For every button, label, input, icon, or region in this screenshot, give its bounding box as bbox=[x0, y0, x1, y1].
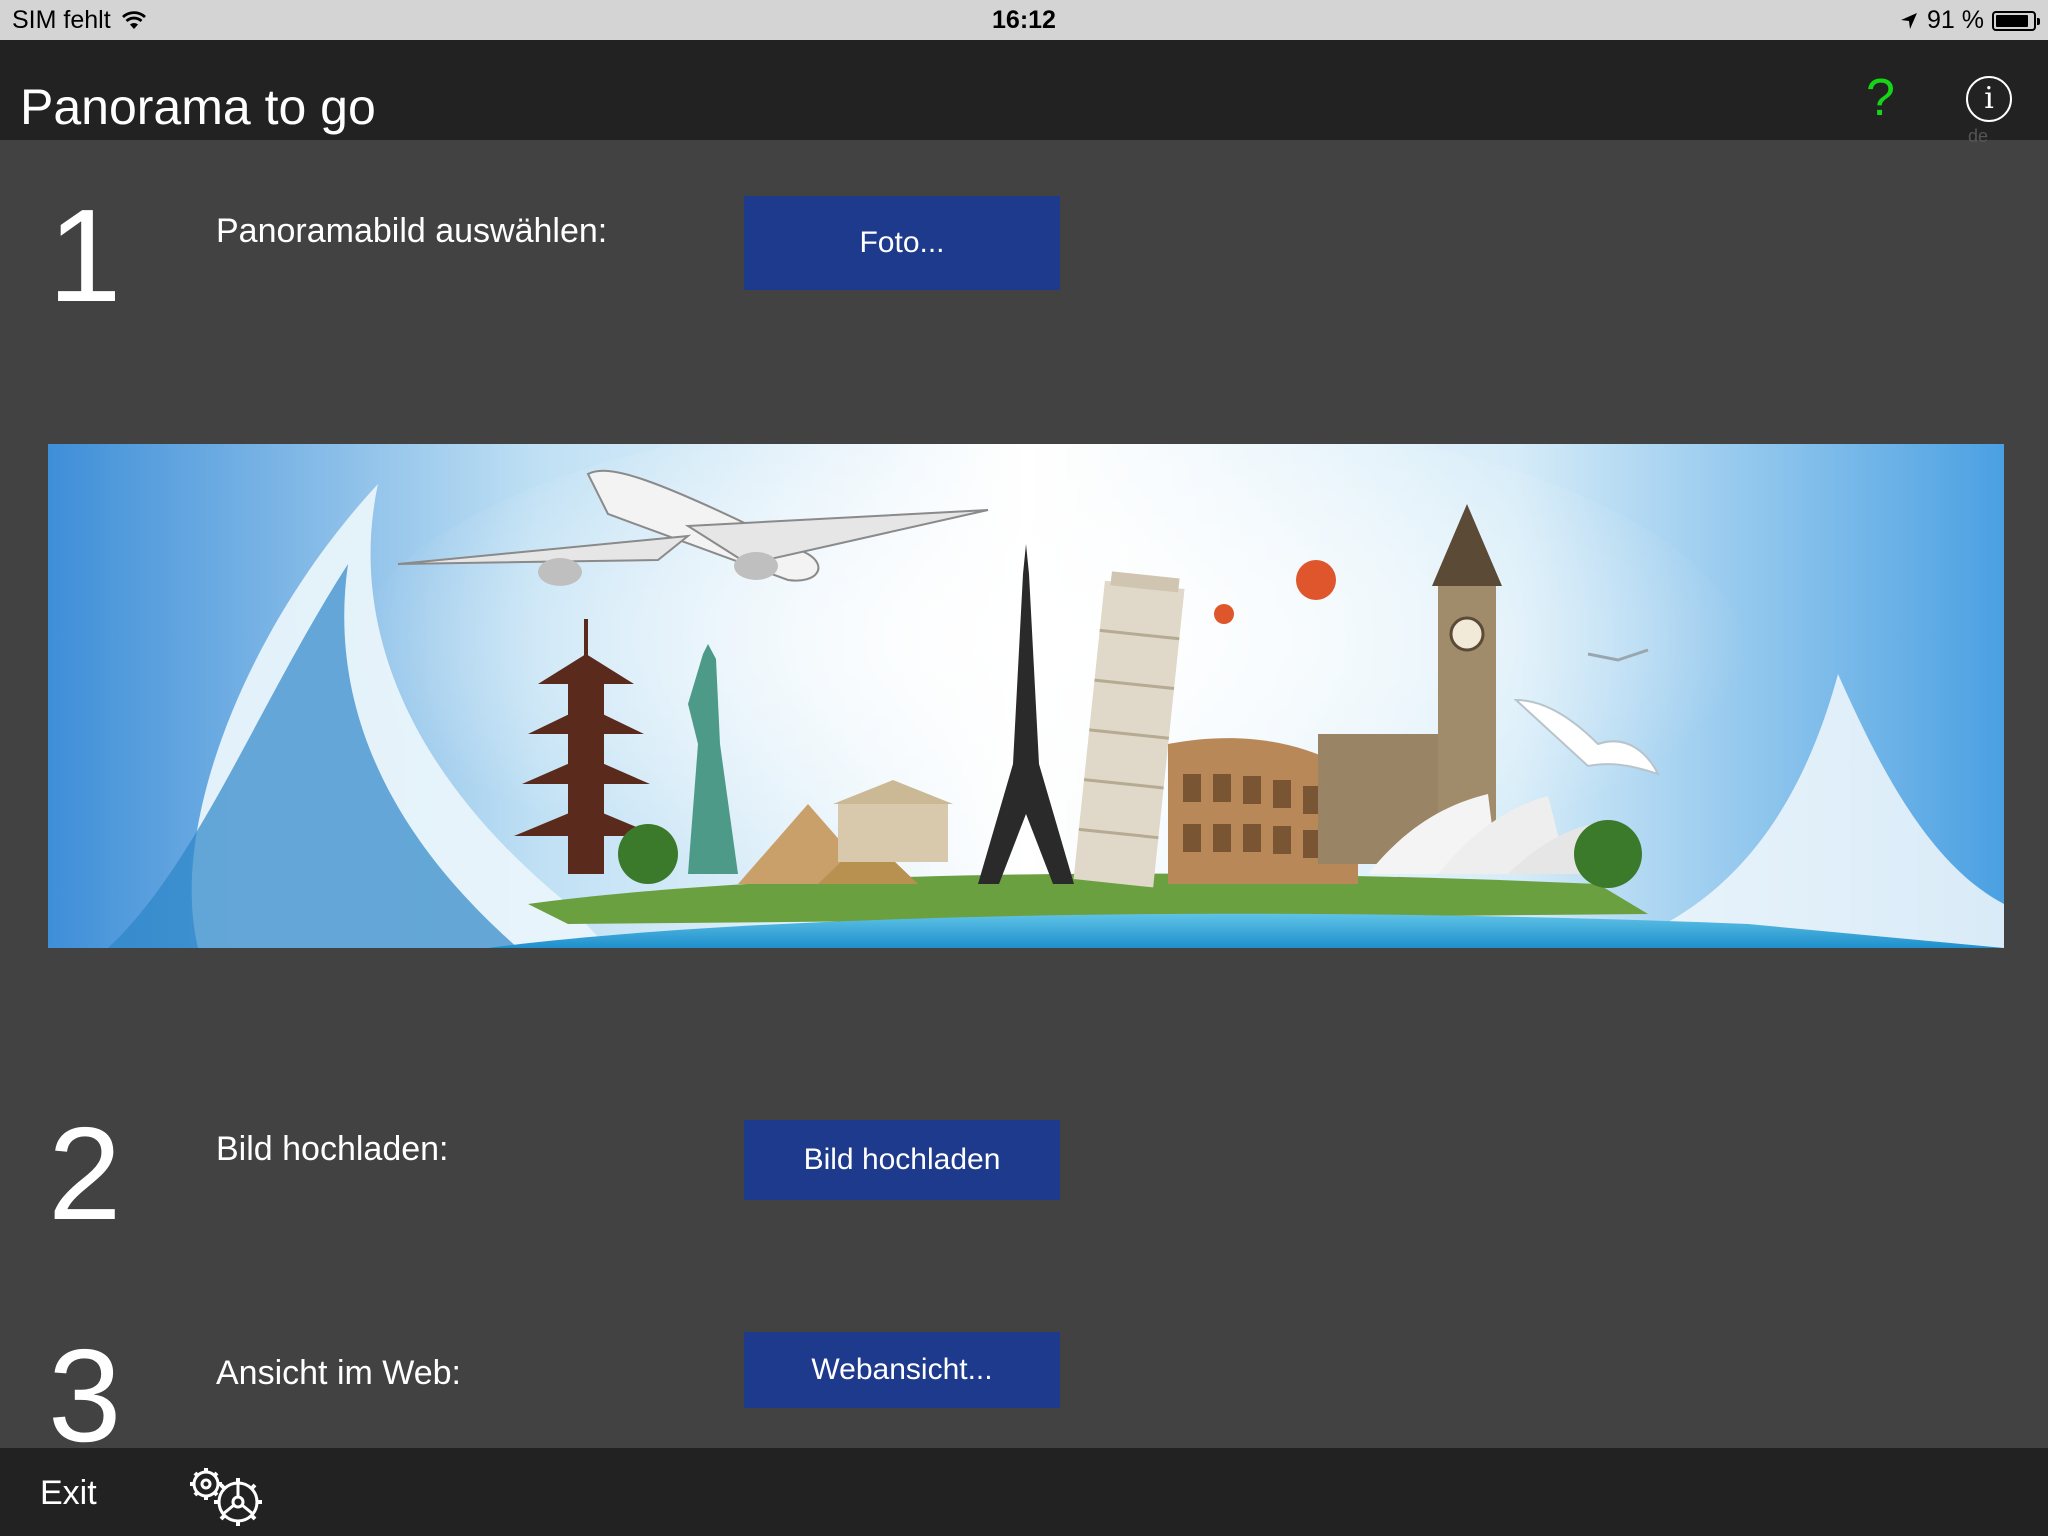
step-2-label: Bild hochladen: bbox=[216, 1130, 449, 1168]
upload-image-button[interactable]: Bild hochladen bbox=[744, 1120, 1060, 1200]
gears-icon[interactable] bbox=[186, 1462, 270, 1528]
step-3-number: 3 bbox=[48, 1322, 122, 1469]
photo-button[interactable]: Foto... bbox=[744, 196, 1060, 290]
step-1-number: 1 bbox=[48, 182, 122, 329]
travel-panorama-image bbox=[48, 444, 2004, 948]
travel-illustration bbox=[48, 444, 2004, 948]
navigation-bar: Panorama to go ? i de bbox=[0, 40, 2048, 146]
app-title: Panorama to go bbox=[20, 79, 376, 135]
language-caption: de bbox=[1968, 126, 1989, 146]
info-icon[interactable]: i bbox=[1966, 76, 2012, 122]
exit-button[interactable]: Exit bbox=[40, 1474, 97, 1513]
bottom-toolbar: Exit bbox=[0, 1448, 2048, 1536]
battery-percent: 91 % bbox=[1927, 6, 1984, 34]
step-3-label: Ansicht im Web: bbox=[216, 1354, 462, 1392]
battery-icon bbox=[1992, 10, 2040, 31]
status-right: 91 % bbox=[1899, 6, 2040, 35]
help-icon[interactable]: ? bbox=[1866, 68, 1895, 128]
web-view-button[interactable]: Webansicht... bbox=[744, 1332, 1060, 1408]
info-button[interactable]: i de bbox=[1966, 76, 2014, 146]
step-1-label: Panoramabild auswählen: bbox=[216, 212, 608, 250]
step-2-number: 2 bbox=[48, 1100, 122, 1247]
location-arrow-icon bbox=[1901, 12, 1918, 29]
status-time: 16:12 bbox=[992, 6, 1056, 34]
status-bar: SIM fehlt 16:12 91 % bbox=[0, 0, 2048, 40]
